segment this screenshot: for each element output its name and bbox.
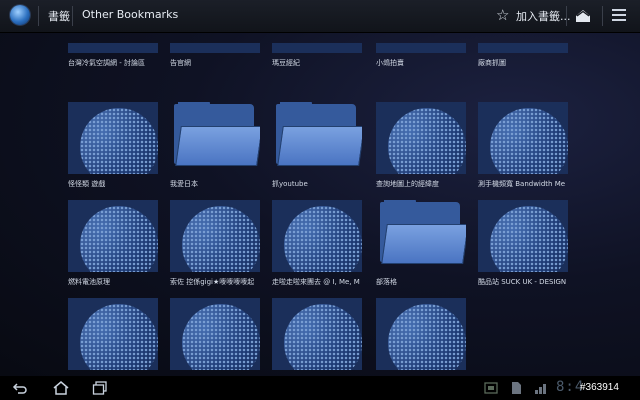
- folder-icon: [170, 102, 260, 174]
- bookmark-label: 台灣冷氣空調網 - 討論區: [68, 59, 145, 67]
- bookmark-tile[interactable]: 告官網: [170, 43, 260, 68]
- bookmark-tile[interactable]: 部落格: [376, 200, 466, 287]
- bookmark-tile[interactable]: 走啦走啦來團去 @ I, Me, M: [272, 200, 362, 287]
- bookmark-label: 燃料電池原理: [68, 278, 110, 286]
- globe-thumbnail-icon: [272, 200, 362, 272]
- globe-thumbnail-icon: [170, 43, 260, 53]
- home-nav-icon[interactable]: [52, 380, 70, 396]
- bookmark-label: 查詢地圖上的經緯度: [376, 180, 439, 188]
- divider: [602, 6, 603, 26]
- divider: [72, 6, 73, 26]
- bookmark-label: 酷品站 SUCK UK - DESIGN: [478, 278, 567, 286]
- globe-thumbnail-icon: [376, 102, 466, 174]
- globe-thumbnail-icon: [68, 200, 158, 272]
- bookmark-label: 怪怪類 遊戲: [68, 180, 106, 188]
- watermark-text: #363914: [580, 382, 619, 393]
- browser-globe-icon[interactable]: [10, 5, 30, 25]
- folder-icon: [376, 200, 466, 272]
- globe-thumbnail-icon: [68, 102, 158, 174]
- bookmark-label: 告官網: [170, 59, 191, 67]
- bookmark-label: 測手機頻寬 Bandwidth Me: [478, 180, 566, 188]
- sd-card-icon: [512, 382, 521, 394]
- bookmark-tile[interactable]: 酷品站-2 Intelligent Form: [68, 298, 158, 376]
- globe-thumbnail-icon: [478, 43, 568, 53]
- bookmark-tile[interactable]: 酷品站 SUCK UK - DESIGN: [478, 200, 568, 287]
- bookmark-tile[interactable]: 索佐 控係gigi★嘜嘜嘜嘜起: [170, 200, 260, 287]
- star-icon[interactable]: ☆: [496, 6, 509, 24]
- bookmarks-grid: 台灣冷氣空調網 - 討論區 告官網 瑪豆經紀 小鴿拍賣 廠商抓圖怪怪類 遊戲 我愛日本 抓y…: [0, 33, 640, 376]
- globe-thumbnail-icon: [68, 298, 158, 370]
- add-bookmark-button[interactable]: 加入書籤...: [516, 8, 571, 24]
- bookmark-tile[interactable]: 廠商抓圖: [478, 43, 568, 68]
- divider: [38, 6, 39, 26]
- bookmark-tile[interactable]: 燃料電池原理: [68, 200, 158, 287]
- globe-thumbnail-icon: [272, 43, 362, 53]
- globe-thumbnail-icon: [68, 43, 158, 53]
- divider: [566, 6, 567, 26]
- overflow-menu-icon[interactable]: [612, 9, 626, 23]
- action-bar: 書籤 Other Bookmarks ☆ 加入書籤...: [0, 0, 640, 33]
- bookmark-tile[interactable]: 台灣冷氣空調網 - 討論區: [68, 43, 158, 68]
- bookmark-label: 抓youtube: [272, 180, 308, 188]
- bookmark-tile[interactable]: 抓youtube: [272, 102, 362, 189]
- bookmark-label: 小鴿拍賣: [376, 59, 404, 67]
- bookmark-tile[interactable]: 瑪豆經紀: [272, 43, 362, 68]
- bookmark-tile[interactable]: 小鴿拍賣: [376, 43, 466, 68]
- globe-thumbnail-icon: [272, 298, 362, 370]
- bookmark-tile[interactable]: 我愛日本: [170, 102, 260, 189]
- bookmark-label: 索佐 控係gigi★嘜嘜嘜嘜起: [170, 278, 255, 286]
- globe-thumbnail-icon: [376, 43, 466, 53]
- bookmark-label: 我愛日本: [170, 180, 198, 188]
- folder-icon: [272, 102, 362, 174]
- bookmark-tile[interactable]: 測手機頻寬 Bandwidth Me: [478, 102, 568, 189]
- globe-thumbnail-icon: [170, 298, 260, 370]
- bookmark-tile[interactable]: 怪怪類 遊戲: [68, 102, 158, 189]
- bookmark-tile[interactable]: 查詢地圖上的經緯度: [376, 102, 466, 189]
- tab-bookmarks[interactable]: 書籤: [48, 8, 70, 24]
- globe-thumbnail-icon: [478, 102, 568, 174]
- bookmark-label: 瑪豆經紀: [272, 59, 300, 67]
- bookmark-tile[interactable]: Live from Apple's "spotlig: [376, 298, 466, 376]
- recent-apps-icon[interactable]: [92, 380, 108, 396]
- bookmark-label: 部落格: [376, 278, 397, 286]
- home-icon[interactable]: [574, 7, 592, 25]
- tab-other-bookmarks[interactable]: Other Bookmarks: [82, 8, 178, 21]
- bookmark-tile[interactable]: 詠勝科技有限公司 郵件 - 9: [272, 298, 362, 376]
- bookmark-label: 走啦走啦來團去 @ I, Me, M: [272, 278, 360, 286]
- system-nav-bar: 8:4: [0, 376, 640, 400]
- signal-icon: [535, 384, 546, 394]
- bookmark-label: 廠商抓圖: [478, 59, 506, 67]
- globe-thumbnail-icon: [170, 200, 260, 272]
- back-arrow-icon[interactable]: [12, 380, 28, 396]
- screenshot-icon[interactable]: [484, 381, 498, 395]
- globe-thumbnail-icon: [478, 200, 568, 272]
- globe-thumbnail-icon: [376, 298, 466, 370]
- bookmark-tile[interactable]: 露天拍賣: [170, 298, 260, 376]
